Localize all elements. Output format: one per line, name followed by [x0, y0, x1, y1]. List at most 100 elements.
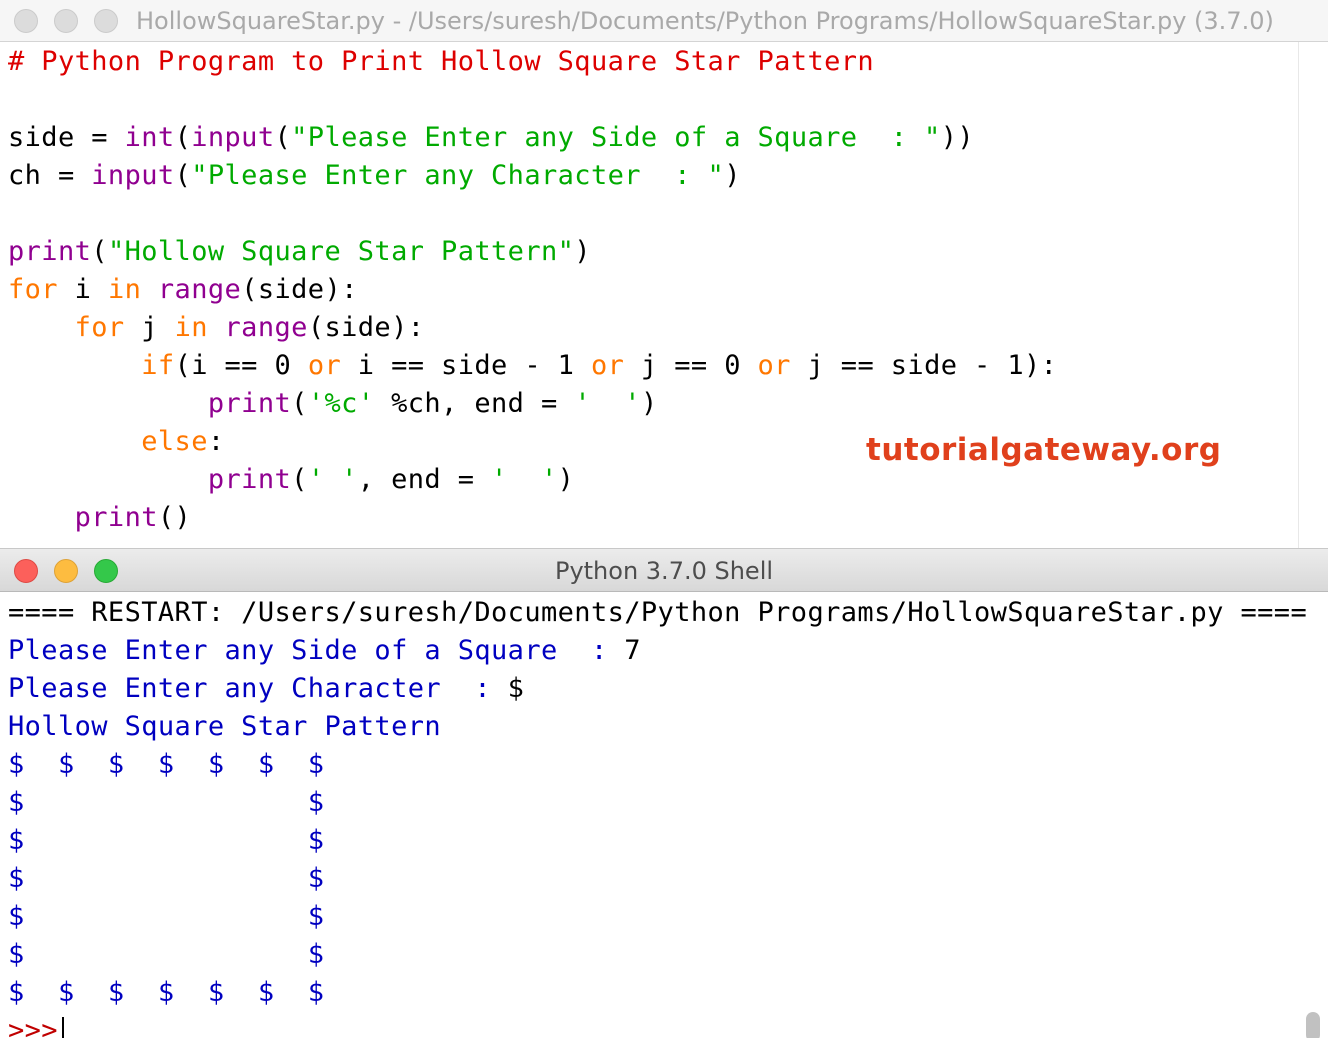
code-line: print(): [8, 499, 1057, 537]
code-line-token: j: [124, 312, 175, 343]
code-line-token: side =: [8, 122, 125, 153]
code-line-token: if: [141, 350, 175, 381]
code-line-token: [8, 426, 141, 457]
code-line-token: ): [640, 388, 658, 419]
zoom-button[interactable]: [94, 9, 118, 33]
code-line: print('%c' %ch, end = ' '): [8, 385, 1057, 423]
shell-line-token: $: [507, 673, 525, 704]
code-line-token: (: [91, 236, 108, 267]
shell-line-token: Please Enter any Side of a Square :: [8, 635, 625, 666]
code-line-token: j == side - 1):: [790, 350, 1058, 381]
code-line: for j in range(side):: [8, 309, 1057, 347]
editor-window: HollowSquareStar.py - /Users/suresh/Docu…: [0, 0, 1328, 548]
code-line-token: range: [224, 312, 308, 343]
shell-line-token: ==== RESTART: /Users/suresh/Documents/Py…: [8, 597, 1308, 628]
code-line: print("Hollow Square Star Pattern"): [8, 233, 1057, 271]
shell-line-token: $ $: [8, 863, 325, 894]
code-line-token: (: [291, 388, 308, 419]
code-line: if(i == 0 or i == side - 1 or j == 0 or …: [8, 347, 1057, 385]
code-line-token: in: [107, 274, 142, 305]
shell-window: Python 3.7.0 Shell ==== RESTART: /Users/…: [0, 548, 1328, 1038]
watermark: tutorialgateway.org: [866, 432, 1222, 468]
shell-line: Please Enter any Character : $: [8, 670, 1307, 708]
code-line: side = int(input("Please Enter any Side …: [8, 119, 1057, 157]
code-line-token: or: [590, 350, 625, 381]
shell-line-token: Please Enter any Character :: [8, 673, 508, 704]
shell-line: ==== RESTART: /Users/suresh/Documents/Py…: [8, 594, 1307, 632]
code-line-token: (side):: [241, 274, 358, 305]
code-line-token: [8, 502, 75, 533]
code-line-token: for: [74, 312, 125, 343]
shell-line: Please Enter any Side of a Square : 7: [8, 632, 1307, 670]
editor-titlebar[interactable]: HollowSquareStar.py - /Users/suresh/Docu…: [0, 0, 1328, 42]
shell-line: $ $: [8, 822, 1307, 860]
code-line-token: [8, 350, 141, 381]
code-line-token: (: [174, 160, 192, 191]
code-line-token: (: [174, 122, 192, 153]
code-line-token: %ch, end =: [374, 388, 575, 419]
code-line-token: or: [307, 350, 342, 381]
shell-prompt: >>>: [8, 1015, 58, 1038]
code-line-token: [8, 388, 208, 419]
shell-line: $ $: [8, 784, 1307, 822]
code-line-token: ' ': [491, 464, 558, 495]
code-line-token: '%c': [307, 388, 375, 419]
shell-titlebar[interactable]: Python 3.7.0 Shell: [0, 548, 1328, 592]
shell-line: $ $: [8, 860, 1307, 898]
code-line-token: "Hollow Square Star Pattern": [107, 236, 575, 267]
code-line-token: input: [191, 122, 275, 153]
code-line-token: , end =: [357, 464, 492, 495]
close-button[interactable]: [14, 9, 38, 33]
shell-title: Python 3.7.0 Shell: [554, 557, 774, 585]
code-line-token: i == side - 1: [341, 350, 591, 381]
code-line-token: (side):: [307, 312, 425, 343]
code-line-token: [208, 312, 225, 343]
code-line-token: (): [157, 502, 192, 533]
shell-line-token: $ $ $ $ $ $ $: [8, 977, 325, 1008]
editor-title: HollowSquareStar.py - /Users/suresh/Docu…: [136, 7, 1274, 35]
code-line-token: # Python Program to Print Hollow Square …: [8, 46, 875, 77]
code-line-token: (: [291, 464, 308, 495]
code-line-token: or: [757, 350, 791, 381]
shell-line-token: $ $: [8, 939, 325, 970]
code-line-token: :: [207, 426, 225, 457]
code-line-token: j == 0: [624, 350, 758, 381]
shell-line-token: $ $ $ $ $ $ $: [8, 749, 325, 780]
code-line-token: range: [157, 274, 242, 305]
shell-line: Hollow Square Star Pattern: [8, 708, 1307, 746]
code-line-token: (: [274, 122, 292, 153]
code-line-token: print: [207, 464, 292, 495]
code-line-token: int: [124, 122, 175, 153]
shell-line-token: Hollow Square Star Pattern: [8, 711, 442, 742]
shell-output[interactable]: ==== RESTART: /Users/suresh/Documents/Py…: [8, 594, 1307, 1038]
text-cursor: [61, 1016, 64, 1038]
shell-line-token: $ $: [8, 787, 325, 818]
minimize-button[interactable]: [54, 9, 78, 33]
code-line-token: print: [8, 236, 92, 267]
shell-line: $ $ $ $ $ $ $: [8, 746, 1307, 784]
code-line-token: (i == 0: [174, 350, 308, 381]
code-line-token: [141, 274, 158, 305]
shell-scrollbar-thumb[interactable]: [1306, 1012, 1320, 1038]
code-line-token: input: [91, 160, 175, 191]
shell-line: $ $: [8, 936, 1307, 974]
code-line-token: else: [141, 426, 208, 457]
code-line-token: [8, 464, 208, 495]
shell-line-token: 7: [624, 635, 641, 666]
code-line-token: ): [574, 236, 591, 267]
code-line-token: ' ': [307, 464, 358, 495]
code-line-token: in: [174, 312, 208, 343]
code-line-token: [8, 312, 75, 343]
editor-scrollbar-track[interactable]: [1298, 42, 1299, 548]
code-line-token: ch =: [8, 160, 92, 191]
code-line-token: "Please Enter any Side of a Square : ": [291, 122, 941, 153]
code-line-token: print: [74, 502, 158, 533]
code-line: ch = input("Please Enter any Character :…: [8, 157, 1057, 195]
code-line-token: )): [940, 122, 975, 153]
code-line-token: ): [557, 464, 575, 495]
shell-prompt-line[interactable]: >>>: [8, 1012, 1307, 1038]
shell-line-token: $ $: [8, 825, 325, 856]
shell-line-token: $ $: [8, 901, 325, 932]
code-line-token: for: [8, 274, 58, 305]
